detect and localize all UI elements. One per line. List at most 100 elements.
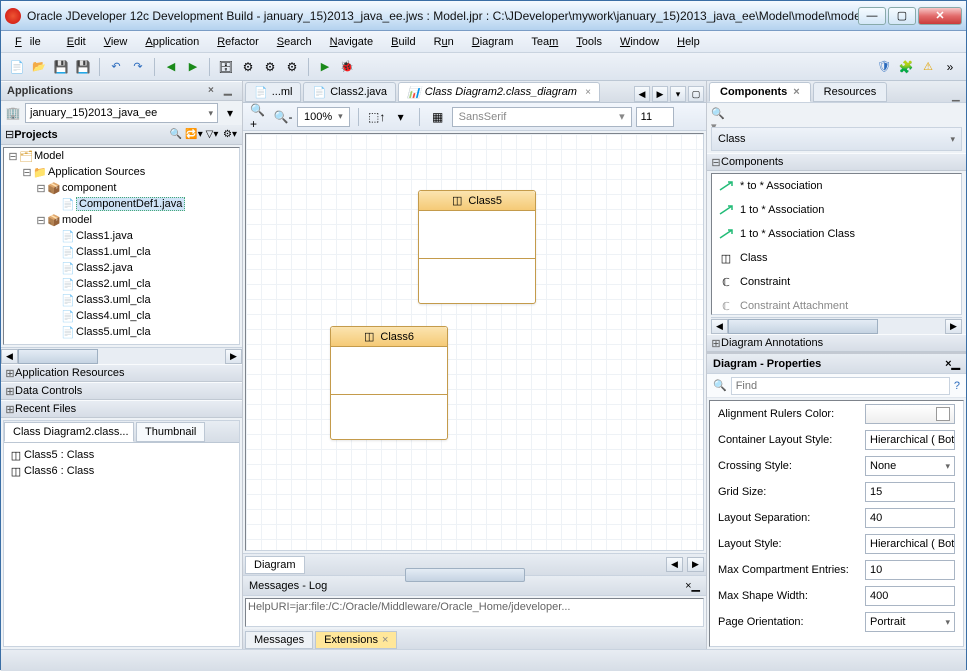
prop-value[interactable]: Hierarchical ( Bot [865, 430, 955, 450]
db-icon[interactable]: 🗄 [216, 57, 236, 77]
class-box-class5[interactable]: ◫Class5 [418, 190, 536, 304]
tree-model[interactable]: Model [34, 150, 64, 162]
options-icon[interactable]: ⚙▾ [222, 127, 238, 143]
prop-value[interactable]: 10 [865, 560, 955, 580]
zoom-selector[interactable]: 100%▾ [297, 107, 350, 127]
warning-icon[interactable]: ⚠ [918, 57, 938, 77]
messages-tab-messages[interactable]: Messages [245, 631, 313, 649]
tab-list-icon[interactable]: ▾ [670, 86, 686, 102]
tree-componentdef[interactable]: ComponentDef1.java [76, 197, 185, 211]
zoom-out-icon[interactable]: 🔍- [273, 107, 293, 127]
close-button[interactable]: ✕ [918, 7, 962, 25]
prop-value[interactable]: 40 [865, 508, 955, 528]
build3-icon[interactable]: ⚙ [282, 57, 302, 77]
font-selector[interactable]: SansSerif▾ [452, 107, 632, 127]
prop-value[interactable]: 15 [865, 482, 955, 502]
new-icon[interactable]: 📄 [7, 57, 27, 77]
minimize-icon[interactable]: ▁ [224, 85, 236, 97]
tree-component-pkg[interactable]: component [62, 182, 116, 194]
minimize-icon[interactable]: ▁ [692, 579, 700, 592]
recent-files-accordion[interactable]: ⊞Recent Files [1, 400, 242, 418]
component-search[interactable]: 🔍▾ [707, 103, 966, 125]
structure-item[interactable]: Class5 : Class [24, 449, 94, 461]
scroll-left-icon[interactable]: ◀ [1, 349, 18, 364]
tree-file[interactable]: Class4.uml_cla [76, 310, 151, 322]
messages-body[interactable]: HelpURI=jar:file:/C:/Oracle/Middleware/O… [245, 598, 704, 627]
tab-prev-icon[interactable]: ◀ [634, 86, 650, 102]
tree-model-pkg[interactable]: model [62, 214, 92, 226]
tree-file[interactable]: Class2.uml_cla [76, 278, 151, 290]
prop-value[interactable]: 400 [865, 586, 955, 606]
tree-file[interactable]: Class3.uml_cla [76, 294, 151, 306]
menu-navigate[interactable]: Navigate [322, 34, 381, 50]
minimize-icon[interactable]: ▁ [952, 357, 960, 370]
zoom-in-icon[interactable]: 🔍+ [249, 107, 269, 127]
toggle-icon[interactable]: 🔁▾ [186, 127, 202, 143]
comp-item[interactable]: ℂConstraint Attachment [712, 294, 961, 315]
undo-icon[interactable]: ↶ [106, 57, 126, 77]
properties-find[interactable] [731, 377, 950, 395]
comp-hscroll[interactable]: ◀▶ [711, 317, 962, 334]
refresh-icon[interactable]: 🔍 [168, 127, 184, 143]
tree-file[interactable]: Class1.uml_cla [76, 246, 151, 258]
save-all-icon[interactable]: 💾 [73, 57, 93, 77]
close-icon[interactable]: × [585, 87, 591, 98]
tree-file[interactable]: Class1.java [76, 230, 133, 242]
accordion-components[interactable]: ⊟Components [707, 153, 966, 171]
data-controls-accordion[interactable]: ⊞Data Controls [1, 382, 242, 400]
align-icon[interactable]: ▦ [428, 107, 448, 127]
fit-icon[interactable]: ⬚↑ [367, 107, 387, 127]
maximize-icon[interactable]: ▢ [688, 86, 704, 102]
component-search-input[interactable] [725, 105, 962, 123]
menu-diagram[interactable]: Diagram [464, 34, 522, 50]
prop-value[interactable]: Portrait [865, 612, 955, 632]
menu-edit[interactable]: Edit [59, 34, 94, 50]
scroll-left-icon[interactable]: ◀ [666, 557, 683, 572]
menu-team[interactable]: Team [523, 34, 566, 50]
component-category[interactable]: Class▾ [711, 127, 962, 151]
extension-icon[interactable]: 🧩 [896, 57, 916, 77]
menu-window[interactable]: Window [612, 34, 667, 50]
maximize-button[interactable]: ▢ [888, 7, 916, 25]
application-selector[interactable]: january_15)2013_java_ee ▾ [25, 103, 218, 123]
comp-item[interactable]: 1 to * Association [712, 198, 961, 222]
prop-value[interactable] [865, 404, 955, 424]
chevron-icon[interactable]: » [940, 57, 960, 77]
redo-icon[interactable]: ↷ [128, 57, 148, 77]
save-icon[interactable]: 💾 [51, 57, 71, 77]
scroll-right-icon[interactable]: ▶ [225, 349, 242, 364]
menu-file[interactable]: File [7, 34, 57, 50]
tab-next-icon[interactable]: ▶ [652, 86, 668, 102]
debug-icon[interactable]: 🐞 [337, 57, 357, 77]
menu-search[interactable]: Search [269, 34, 320, 50]
font-size-selector[interactable]: 11 [636, 107, 674, 127]
minimize-button[interactable]: — [858, 7, 886, 25]
help-icon[interactable]: ? [954, 380, 960, 392]
tab-components[interactable]: Components× [709, 82, 811, 102]
accordion-annotations[interactable]: ⊞Diagram Annotations [707, 334, 966, 352]
editor-tab-class2[interactable]: 📄Class2.java [303, 82, 396, 102]
menu-refactor[interactable]: Refactor [209, 34, 267, 50]
dropdown-icon[interactable]: ▾ [391, 107, 411, 127]
tab-thumbnail[interactable]: Thumbnail [136, 422, 205, 442]
tab-overview[interactable]: Class Diagram2.class... [4, 422, 134, 442]
menu-build[interactable]: Build [383, 34, 423, 50]
menu-help[interactable]: Help [669, 34, 708, 50]
comp-item[interactable]: ℂConstraint [712, 270, 961, 294]
comp-item[interactable]: * to * Association [712, 174, 961, 198]
menu-view[interactable]: View [96, 34, 136, 50]
app-menu-icon[interactable]: ▾ [222, 105, 238, 121]
diagram-footer-tab[interactable]: Diagram [245, 556, 305, 574]
structure-item[interactable]: Class6 : Class [24, 465, 94, 477]
diagram-canvas[interactable]: ◫Class5 ◫Class6 [246, 134, 703, 550]
properties-body[interactable]: Alignment Rulers Color: Container Layout… [709, 400, 964, 647]
menu-tools[interactable]: Tools [568, 34, 610, 50]
tree-hscroll[interactable]: ◀ ▶ [1, 347, 242, 364]
editor-tab-xml[interactable]: 📄...ml [245, 82, 301, 102]
projects-tree[interactable]: ⊟🗂Model ⊟📁Application Sources ⊟📦componen… [3, 147, 240, 345]
menu-application[interactable]: Application [137, 34, 207, 50]
tab-resources[interactable]: Resources [813, 82, 888, 102]
shield-icon[interactable]: 🛡 [874, 57, 894, 77]
build2-icon[interactable]: ⚙ [260, 57, 280, 77]
back-icon[interactable]: ◀ [161, 57, 181, 77]
